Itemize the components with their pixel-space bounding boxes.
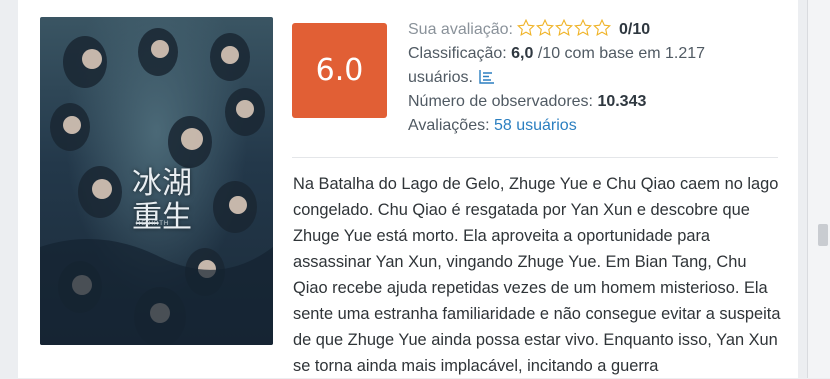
star-outline-icon[interactable] [516,19,535,36]
rating-info: Sua avaliação: 0/10 Classificação: 6,0 /1… [408,18,788,138]
poster-subtitle: REBIRTH [136,221,170,227]
poster-image[interactable]: 冰湖 重生 REBIRTH [40,17,273,345]
reviews-label: Avaliações: [408,117,490,134]
classification-row: Classificação: 6,0 /10 com base em 1.217 [408,42,788,66]
your-rating-label: Sua avaliação: [408,21,513,38]
star-outline-icon[interactable] [573,19,592,36]
reviews-row: Avaliações: 58 usuários [408,114,788,138]
scrollbar-thumb[interactable] [818,224,828,246]
star-outline-icon[interactable] [535,19,554,36]
score-badge: 6.0 [292,23,387,118]
bar-chart-icon[interactable] [479,69,495,84]
poster-title-line1: 冰湖 [132,166,192,201]
your-rating-value: 0/10 [618,21,651,38]
classification-rest: /10 com base em 1.217 [537,45,706,62]
classification-users: usuários. [408,69,473,86]
your-rating-row: Sua avaliação: 0/10 [408,18,788,42]
classification-label: Classificação: [408,45,507,62]
viewers-label: Número de observadores: [408,93,593,110]
classification-users-row: usuários. [408,66,788,90]
divider [292,157,778,158]
viewers-row: Número de observadores: 10.343 [408,90,788,114]
classification-score: 6,0 [511,45,534,62]
star-outline-icon[interactable] [554,19,573,36]
star-rating-input[interactable] [516,19,611,36]
star-outline-icon[interactable] [592,19,611,36]
viewers-value: 10.343 [597,93,647,110]
synopsis-text: Na Batalha do Lago de Gelo, Zhuge Yue e … [293,175,781,375]
reviews-link[interactable]: 58 usuários [494,117,577,134]
scrollbar[interactable] [807,0,830,378]
poster-title-line2: 重生 [132,200,192,235]
